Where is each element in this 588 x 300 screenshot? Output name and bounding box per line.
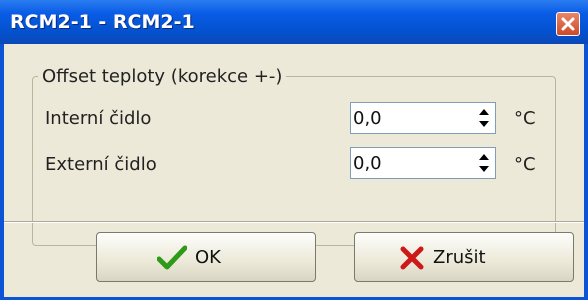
ok-button[interactable]: OK xyxy=(96,232,316,282)
cancel-button[interactable]: Zrušit xyxy=(354,232,574,282)
x-icon xyxy=(400,246,424,270)
dialog-body: Offset teploty (korekce +-) Interní čidl… xyxy=(4,44,584,297)
title-bar[interactable]: RCM2-1 - RCM2-1 xyxy=(0,0,588,44)
group-legend: Offset teploty (korekce +-) xyxy=(38,66,287,87)
dialog-window: RCM2-1 - RCM2-1 Offset teploty (korekce … xyxy=(0,0,588,300)
external-sensor-unit: °C xyxy=(514,154,536,175)
external-sensor-input[interactable] xyxy=(353,151,457,175)
cancel-button-label: Zrušit xyxy=(433,247,486,268)
spin-up-icon[interactable] xyxy=(475,106,493,118)
internal-sensor-stepper[interactable] xyxy=(350,102,496,134)
external-sensor-label: Externí čidlo xyxy=(45,154,157,175)
external-sensor-stepper[interactable] xyxy=(350,147,496,179)
close-button[interactable] xyxy=(556,12,580,36)
window-title: RCM2-1 - RCM2-1 xyxy=(10,11,195,33)
checkmark-icon xyxy=(157,245,187,270)
external-sensor-spin xyxy=(475,151,493,175)
internal-sensor-input[interactable] xyxy=(353,106,457,130)
internal-sensor-label: Interní čidlo xyxy=(45,108,152,129)
button-separator xyxy=(4,221,584,223)
spin-down-icon[interactable] xyxy=(475,163,493,175)
internal-sensor-unit: °C xyxy=(514,108,536,129)
internal-sensor-spin xyxy=(475,106,493,130)
spin-down-icon[interactable] xyxy=(475,118,493,130)
close-icon xyxy=(561,17,575,31)
spin-up-icon[interactable] xyxy=(475,151,493,163)
ok-button-label: OK xyxy=(195,247,221,268)
